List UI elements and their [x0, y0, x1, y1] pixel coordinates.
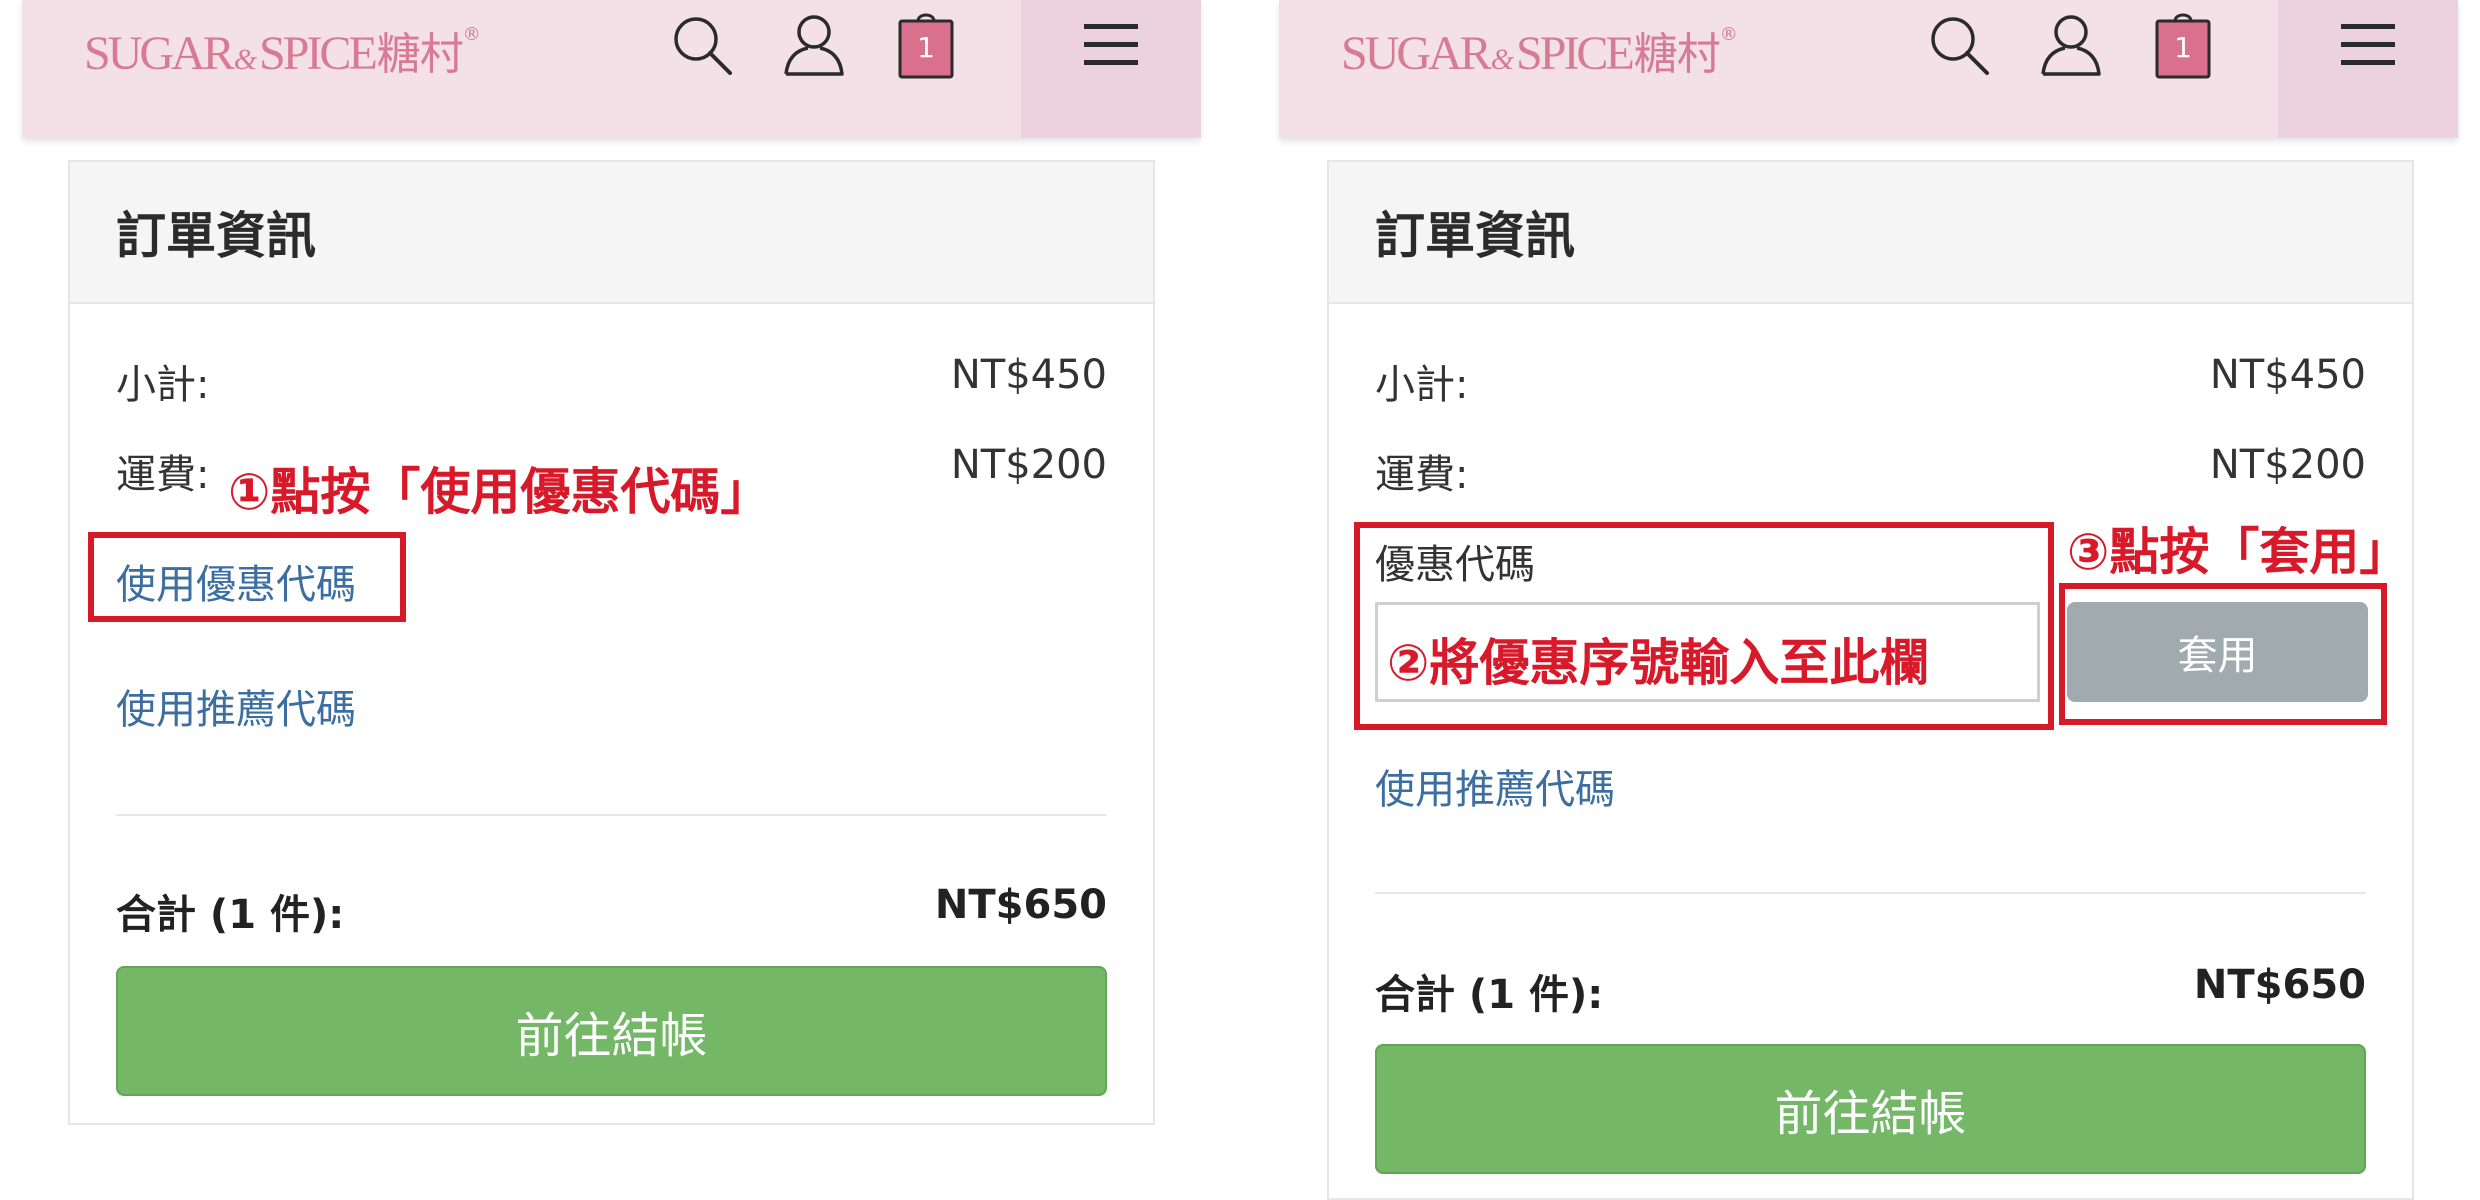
logo-registered: ® — [1719, 24, 1738, 45]
total-label: 合計 (1 件): — [1375, 972, 1604, 1018]
menu-icon — [1084, 24, 1138, 65]
use-referral-link[interactable]: 使用推薦代碼 — [1375, 757, 1615, 815]
brand-logo[interactable]: SUGAR & SPICE 糖村 ® — [84, 18, 481, 80]
shipping-label: 運費: — [116, 452, 210, 498]
shipping-value: NT$200 — [950, 442, 1107, 488]
order-summary-card: 訂單資訊 小計: NT$450 運費: NT$200 使用優惠代碼 使用推薦代碼… — [68, 160, 1155, 1125]
subtotal-value: NT$450 — [950, 352, 1107, 398]
brand-logo[interactable]: SUGAR & SPICE 糖村 ® — [1341, 18, 1738, 80]
divider — [1375, 892, 2366, 894]
logo-amp: & — [1490, 43, 1515, 76]
logo-amp: & — [233, 43, 258, 76]
logo-chinese: 糖村 — [376, 29, 464, 80]
logo-spice: SPICE — [1516, 27, 1635, 80]
subtotal-row: 小計: NT$450 — [116, 352, 1107, 410]
cart-icon[interactable]: 1 — [891, 10, 961, 80]
cart-count: 1 — [917, 31, 935, 64]
logo-spice: SPICE — [259, 27, 378, 80]
logo-sugar: SUGAR — [1341, 27, 1492, 80]
checkout-button[interactable]: 前往結帳 — [116, 966, 1107, 1096]
shipping-row: 運費: NT$200 — [1375, 442, 2366, 500]
annotation-box-apply-button — [2059, 583, 2387, 725]
annotation-box-coupon-link — [88, 532, 406, 622]
checkout-button[interactable]: 前往結帳 — [1375, 1044, 2366, 1174]
user-icon[interactable] — [2036, 10, 2106, 80]
cart-count: 1 — [2174, 31, 2192, 64]
logo-chinese: 糖村 — [1633, 29, 1721, 80]
menu-icon — [2341, 24, 2395, 65]
annotation-step-1: ①點按「使用優惠代碼」 — [228, 463, 771, 521]
order-summary-title: 訂單資訊 — [70, 162, 1153, 304]
search-icon[interactable] — [667, 10, 737, 80]
cart-icon[interactable]: 1 — [2148, 10, 2218, 80]
total-label: 合計 (1 件): — [116, 892, 345, 938]
use-referral-link[interactable]: 使用推薦代碼 — [116, 677, 356, 735]
menu-button[interactable] — [2278, 0, 2458, 138]
site-header: SUGAR & SPICE 糖村 ® 1 — [22, 0, 1201, 138]
total-value: NT$650 — [934, 882, 1107, 928]
user-icon[interactable] — [779, 10, 849, 80]
right-screen: SUGAR & SPICE 糖村 ® 1 訂單資訊 小計: NT$450 運費:… — [1257, 0, 2480, 1200]
search-icon[interactable] — [1924, 10, 1994, 80]
total-row: 合計 (1 件): NT$650 — [116, 882, 1107, 940]
annotation-step-2: ②將優惠序號輸入至此欄 — [1387, 634, 1930, 692]
order-summary-title: 訂單資訊 — [1329, 162, 2412, 304]
site-header: SUGAR & SPICE 糖村 ® 1 — [1279, 0, 2458, 138]
logo-sugar: SUGAR — [84, 27, 235, 80]
left-screen: SUGAR & SPICE 糖村 ® 1 訂單資訊 小計: NT$450 運費:… — [0, 0, 1220, 1200]
subtotal-label: 小計: — [1375, 362, 1469, 408]
subtotal-value: NT$450 — [2209, 352, 2366, 398]
shipping-label: 運費: — [1375, 452, 1469, 498]
subtotal-label: 小計: — [116, 362, 210, 408]
menu-button[interactable] — [1021, 0, 1201, 138]
divider — [116, 814, 1107, 816]
total-value: NT$650 — [2193, 962, 2366, 1008]
logo-registered: ® — [462, 24, 481, 45]
subtotal-row: 小計: NT$450 — [1375, 352, 2366, 410]
annotation-step-3: ③點按「套用」 — [2067, 523, 2410, 581]
total-row: 合計 (1 件): NT$650 — [1375, 962, 2366, 1020]
shipping-value: NT$200 — [2209, 442, 2366, 488]
